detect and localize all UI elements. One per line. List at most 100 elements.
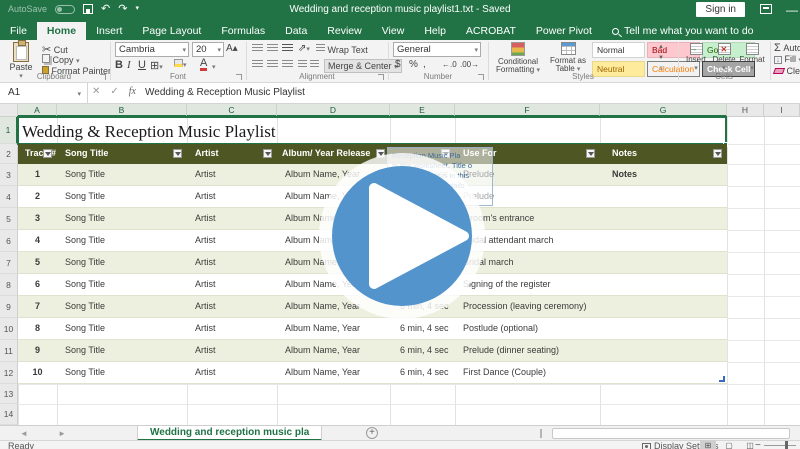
row-header-10[interactable]: 10 xyxy=(0,318,18,340)
filter-dropdown-icon[interactable] xyxy=(586,149,595,158)
cancel-icon[interactable]: ✕ xyxy=(92,86,100,97)
tab-page-layout[interactable]: Page Layout xyxy=(132,22,211,40)
cell-duration[interactable]: 6 min, 4 sec xyxy=(400,323,449,333)
cell-song[interactable]: Song Title xyxy=(65,191,105,201)
align-middle-icon[interactable] xyxy=(267,44,278,53)
cell-song[interactable]: Song Title xyxy=(65,235,105,245)
tell-me-box[interactable]: Tell me what you want to do xyxy=(602,22,764,40)
align-bottom-icon[interactable] xyxy=(282,44,293,53)
cell-track[interactable]: 4 xyxy=(18,235,57,245)
filter-dropdown-icon[interactable] xyxy=(263,149,272,158)
tab-review[interactable]: Review xyxy=(317,22,371,40)
formula-input[interactable]: Wedding & Reception Music Playlist xyxy=(145,87,305,98)
fill-button[interactable]: ↓ Fill ▾ xyxy=(774,54,800,64)
underline-button[interactable]: U xyxy=(138,59,146,71)
cell-song[interactable]: Song Title xyxy=(65,257,105,267)
cell-track[interactable]: 1 xyxy=(18,169,57,179)
sheet-tab-active[interactable]: Wedding and reception music pla xyxy=(137,426,322,441)
row-header-9[interactable]: 9 xyxy=(0,296,18,318)
borders-icon[interactable]: ⊞▾ xyxy=(150,59,163,72)
cell-track[interactable]: 10 xyxy=(18,367,57,377)
cell-use-for[interactable]: Prelude (dinner seating) xyxy=(463,345,559,355)
cell-album[interactable]: Album Name, Year xyxy=(285,367,360,377)
row-header-4[interactable]: 4 xyxy=(0,186,18,208)
cell-artist[interactable]: Artist xyxy=(195,169,216,179)
cell-duration[interactable]: 6 min, 4 sec xyxy=(400,367,449,377)
add-sheet-button[interactable]: + xyxy=(366,427,378,439)
ribbon-display-options-icon[interactable] xyxy=(760,4,772,14)
tab-data[interactable]: Data xyxy=(275,22,317,40)
italic-button[interactable]: I xyxy=(127,59,131,71)
cell-track[interactable]: 3 xyxy=(18,213,57,223)
number-format-combo[interactable]: General▾ xyxy=(393,42,481,57)
normal-view-button[interactable]: ⊞ xyxy=(700,440,716,449)
font-color-dropdown-icon[interactable]: ▾ xyxy=(212,61,216,71)
row-header-14[interactable]: 14 xyxy=(0,404,18,425)
font-launcher-icon[interactable] xyxy=(236,74,242,80)
tab-help[interactable]: Help xyxy=(414,22,456,40)
select-all-corner[interactable] xyxy=(0,104,18,117)
row-header-1[interactable]: 1 xyxy=(0,117,18,144)
column-header-I[interactable]: I xyxy=(764,104,800,117)
row-header-12[interactable]: 12 xyxy=(0,362,18,384)
tab-insert[interactable]: Insert xyxy=(86,22,132,40)
row-header-6[interactable]: 6 xyxy=(0,230,18,252)
cell-song[interactable]: Song Title xyxy=(65,345,105,355)
zoom-slider-thumb[interactable] xyxy=(785,441,788,449)
row-header-11[interactable]: 11 xyxy=(0,340,18,362)
tab-power-pivot[interactable]: Power Pivot xyxy=(526,22,602,40)
filter-dropdown-icon[interactable] xyxy=(43,149,52,158)
enter-icon[interactable]: ✓ xyxy=(110,86,118,97)
cell-use-for[interactable]: First Dance (Couple) xyxy=(463,367,546,377)
delete-cells-button[interactable]: Delete ▾ xyxy=(710,43,738,72)
orientation-icon[interactable]: ⇗▾ xyxy=(298,43,310,54)
namebox-dropdown-icon[interactable]: ▾ xyxy=(77,90,81,98)
alignment-launcher-icon[interactable] xyxy=(378,74,384,80)
column-header-H[interactable]: H xyxy=(727,104,764,117)
number-launcher-icon[interactable] xyxy=(478,74,484,80)
styles-gallery-scroll[interactable]: ▲▼≡ xyxy=(656,42,666,75)
increase-indent-icon[interactable] xyxy=(310,60,319,69)
row-header-2[interactable]: 2 xyxy=(0,144,18,164)
sign-in-button[interactable]: Sign in xyxy=(696,2,745,17)
format-cells-button[interactable]: Format ▾ xyxy=(738,43,766,72)
zoom-slider[interactable] xyxy=(764,445,796,446)
scrollbar-split-handle[interactable] xyxy=(540,429,543,438)
font-size-combo[interactable]: 20▾ xyxy=(192,42,224,57)
cell-notes[interactable]: Notes xyxy=(612,169,637,179)
insert-cells-button[interactable]: Insert ▾ xyxy=(682,43,710,72)
cell-track[interactable]: 9 xyxy=(18,345,57,355)
row-header-8[interactable]: 8 xyxy=(0,274,18,296)
cell-song[interactable]: Song Title xyxy=(65,367,105,377)
cell-song[interactable]: Song Title xyxy=(65,169,105,179)
sheet-nav-arrows[interactable]: ◄ ► xyxy=(20,429,80,438)
wrap-text-button[interactable]: Wrap Text xyxy=(316,44,368,55)
cell-album[interactable]: Album Name, Year xyxy=(285,345,360,355)
align-center-icon[interactable] xyxy=(267,60,278,69)
conditional-formatting-button[interactable]: ConditionalFormatting ▾ xyxy=(492,42,544,75)
cell-artist[interactable]: Artist xyxy=(195,191,216,201)
cell-track[interactable]: 8 xyxy=(18,323,57,333)
cell-song[interactable]: Song Title xyxy=(65,301,105,311)
align-right-icon[interactable] xyxy=(282,60,293,69)
cell-artist[interactable]: Artist xyxy=(195,235,216,245)
cell-artist[interactable]: Artist xyxy=(195,345,216,355)
cell-track[interactable]: 6 xyxy=(18,279,57,289)
font-color-icon[interactable]: A xyxy=(200,58,207,71)
accounting-format-icon[interactable]: $ xyxy=(395,59,401,70)
filter-dropdown-icon[interactable] xyxy=(713,149,722,158)
cell-track[interactable]: 2 xyxy=(18,191,57,201)
name-box[interactable]: A1▾ xyxy=(0,83,88,103)
minimize-button[interactable]: — xyxy=(786,3,798,17)
autosum-button[interactable]: Σ AutoSum ▾ xyxy=(774,42,800,54)
table-resize-handle[interactable] xyxy=(719,376,725,382)
decrease-indent-icon[interactable] xyxy=(298,60,307,69)
align-top-icon[interactable] xyxy=(252,44,263,53)
cell-song[interactable]: Song Title xyxy=(65,213,105,223)
zoom-out-button[interactable]: − xyxy=(755,440,761,449)
cell-album[interactable]: Album Name, Year xyxy=(285,323,360,333)
tab-view[interactable]: View xyxy=(372,22,415,40)
filter-dropdown-icon[interactable] xyxy=(173,149,182,158)
cell-artist[interactable]: Artist xyxy=(195,213,216,223)
format-as-table-button[interactable]: Format asTable ▾ xyxy=(546,42,590,74)
